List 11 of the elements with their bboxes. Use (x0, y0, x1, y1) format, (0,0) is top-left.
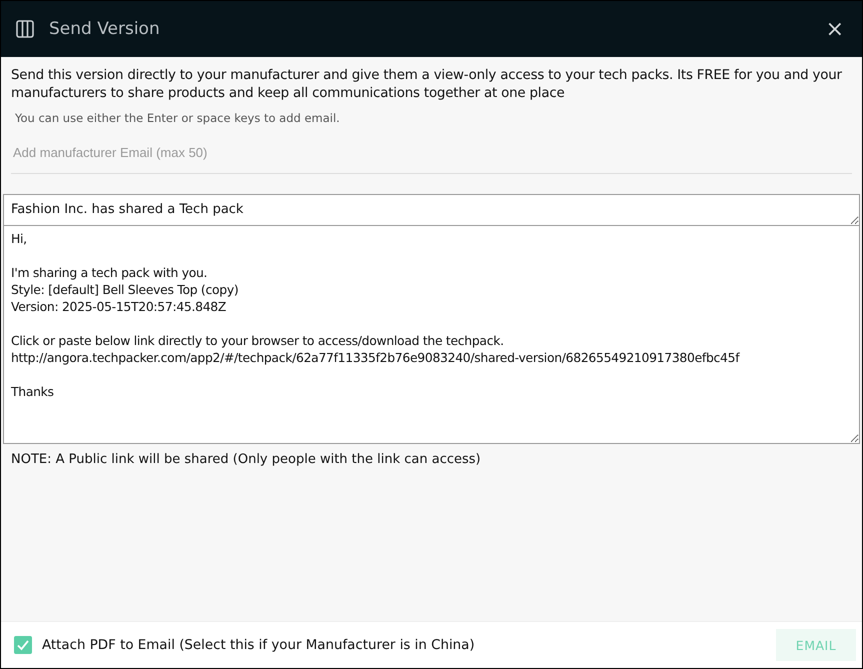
intro-text: Send this version directly to your manufacturer and give them a view-only access to your tech packs. Its FREE for you and your manufacturers to share products and keep all communications together at one place (11, 67, 843, 103)
checkbox[interactable] (14, 636, 32, 654)
subject-field[interactable]: Fashion Inc. has shared a Tech pack (3, 194, 860, 226)
window-title: Send Version (49, 19, 161, 39)
note-text: NOTE: A Public link will be shared (Only people with the link can access) (11, 452, 482, 467)
message-field[interactable]: Hi, I'm sharing a tech pack with you. Style: [default] Bell Sleeves Top (copy) Version: 2025-05-15T20:57:45.848Z Click or paste below link directly to your browser to access/download the techpack. http://angora.techpacker.com/app2/#/techpack/62a77f11335f2b76e9083240/shared-version/68265549210917380efbc45f Thanks (3, 226, 860, 444)
email-field[interactable]: Add manufacturer Email (max 50) (11, 139, 852, 174)
attach-label: Attach PDF to Email (Select this if your Manufacturer is in China) (42, 638, 476, 652)
close-button[interactable]: × (822, 16, 848, 42)
columns-icon (16, 20, 34, 38)
hint-text: You can use either the Enter or space keys to add email. (15, 111, 341, 125)
